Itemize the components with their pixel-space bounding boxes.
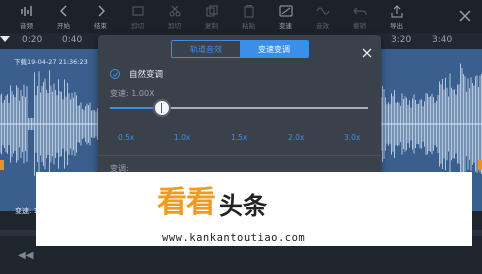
ruler-tick: 3:20 (391, 35, 412, 45)
editor-toolbar: 音频 开始 结束 剪切 剪切 复制 粘贴 变速 音效 撤销 导出 (0, 0, 482, 33)
toolbar-button-7[interactable]: 变速 (267, 0, 304, 33)
paste-icon (244, 5, 253, 18)
toolbar-button-label: 剪切 (168, 22, 181, 30)
toolbar-button-1[interactable]: 开始 (45, 0, 82, 33)
toolbar-button-3[interactable]: 剪切 (119, 0, 156, 33)
speed-preset-1-0x[interactable]: 1.0x (174, 133, 190, 142)
tab-speed-pitch[interactable]: 变速变调 (240, 41, 308, 57)
cut-icon (132, 6, 143, 16)
track-recording-label: 下载19-04-27 21:36:23 (14, 58, 88, 66)
selection-start-handle[interactable] (0, 160, 4, 170)
speed-pitch-dialog: 轨道音效 变速变调 自然变调 变速: 1.00X 0.5x 1.0x 1.5x … (98, 35, 381, 185)
speed-preset-0-5x[interactable]: 0.5x (118, 133, 134, 142)
toolbar-button-label: 变速 (279, 22, 292, 30)
speed-slider-knob[interactable] (152, 99, 171, 117)
toolbar-button-label: 导出 (390, 22, 403, 30)
scissors-icon (169, 5, 180, 17)
toolbar-button-label: 开始 (57, 22, 70, 30)
speed-preset-1-5x[interactable]: 1.5x (231, 133, 247, 142)
logo-main-text: 看看 (157, 185, 216, 220)
toolbar-button-5[interactable]: 复制 (193, 0, 230, 33)
speed-preset-2-0x[interactable]: 2.0x (288, 133, 304, 142)
speed-preset-3-0x[interactable]: 3.0x (344, 133, 360, 142)
speed-slider[interactable] (110, 107, 368, 109)
natural-pitch-toggle[interactable]: 自然变调 (110, 68, 163, 80)
speed-icon (279, 5, 292, 17)
toolbar-button-label: 结束 (94, 22, 107, 30)
ruler-tick: 0:20 (22, 35, 43, 45)
tab-track-effect[interactable]: 轨道音效 (172, 41, 240, 57)
toolbar-button-8[interactable]: 音效 (304, 0, 341, 33)
toolbar-button-10[interactable]: 导出 (378, 0, 415, 33)
toolbar-button-6[interactable]: 粘贴 (230, 0, 267, 33)
selection-end-handle[interactable] (478, 160, 482, 170)
toolbar-button-2[interactable]: 结束 (82, 0, 119, 33)
watermark-banner: 看看 头条 www.kankantoutiao.com (36, 172, 472, 246)
toolbar-button-0[interactable]: 音频 (8, 0, 45, 33)
ruler-tick: 3:40 (432, 35, 453, 45)
watermark-url: www.kankantoutiao.com (162, 232, 306, 244)
ruler-tick: 0:40 (62, 35, 83, 45)
toolbar-button-label: 音效 (316, 22, 329, 30)
toolbar-button-label: 剪切 (131, 22, 144, 30)
playhead-marker[interactable] (0, 36, 10, 42)
speed-value-label: 变速: 1.00X (110, 89, 155, 98)
logo-tail-text: 头条 (219, 192, 267, 220)
toolbar-button-9[interactable]: 撤销 (341, 0, 378, 33)
toolbar-button-4[interactable]: 剪切 (156, 0, 193, 33)
dialog-tabs: 轨道音效 变速变调 (171, 40, 309, 58)
bracket-start-icon (59, 5, 66, 17)
undo-icon (352, 7, 366, 16)
check-icon[interactable] (110, 69, 120, 79)
watermark-logo: 看看 头条 (157, 177, 267, 221)
toolbar-button-label: 复制 (205, 22, 218, 30)
natural-pitch-label: 自然变调 (129, 70, 164, 80)
dialog-divider (98, 155, 381, 156)
effect-icon (316, 7, 329, 15)
copy-icon (206, 5, 217, 17)
toolbar-button-label: 粘贴 (242, 22, 255, 30)
toolbar-button-label: 音频 (20, 22, 33, 30)
audio-bars-icon (20, 6, 32, 16)
toolbar-button-label: 撤销 (353, 22, 366, 30)
rewind-icon[interactable]: ◀◀ (18, 250, 33, 261)
dialog-close-icon[interactable] (362, 43, 372, 58)
bracket-end-icon (98, 5, 105, 17)
track-speed-label: 变速: 1 (15, 207, 39, 215)
close-icon[interactable] (458, 8, 472, 22)
export-icon (391, 5, 402, 18)
